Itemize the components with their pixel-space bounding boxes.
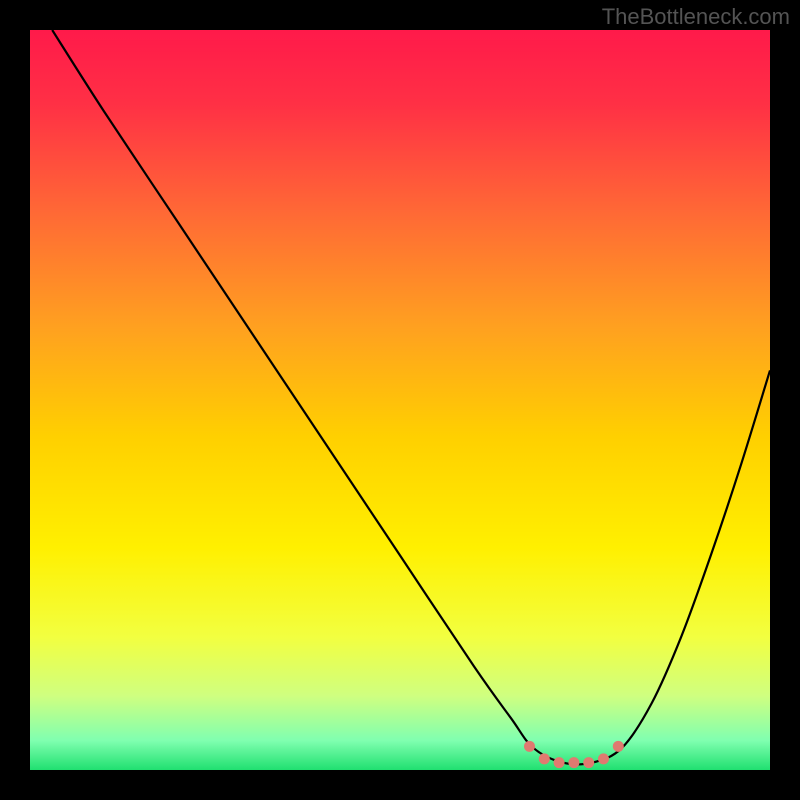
marker-dot xyxy=(554,757,565,768)
marker-dot xyxy=(583,757,594,768)
plot-frame xyxy=(770,0,800,800)
marker-dot xyxy=(524,741,535,752)
marker-dot xyxy=(613,741,624,752)
marker-dot xyxy=(568,757,579,768)
bottleneck-chart xyxy=(0,0,800,800)
plot-frame xyxy=(0,770,800,800)
marker-dot xyxy=(598,753,609,764)
plot-frame xyxy=(0,0,30,800)
watermark-text: TheBottleneck.com xyxy=(602,4,790,30)
marker-dot xyxy=(539,753,550,764)
heatmap-background xyxy=(30,30,770,770)
